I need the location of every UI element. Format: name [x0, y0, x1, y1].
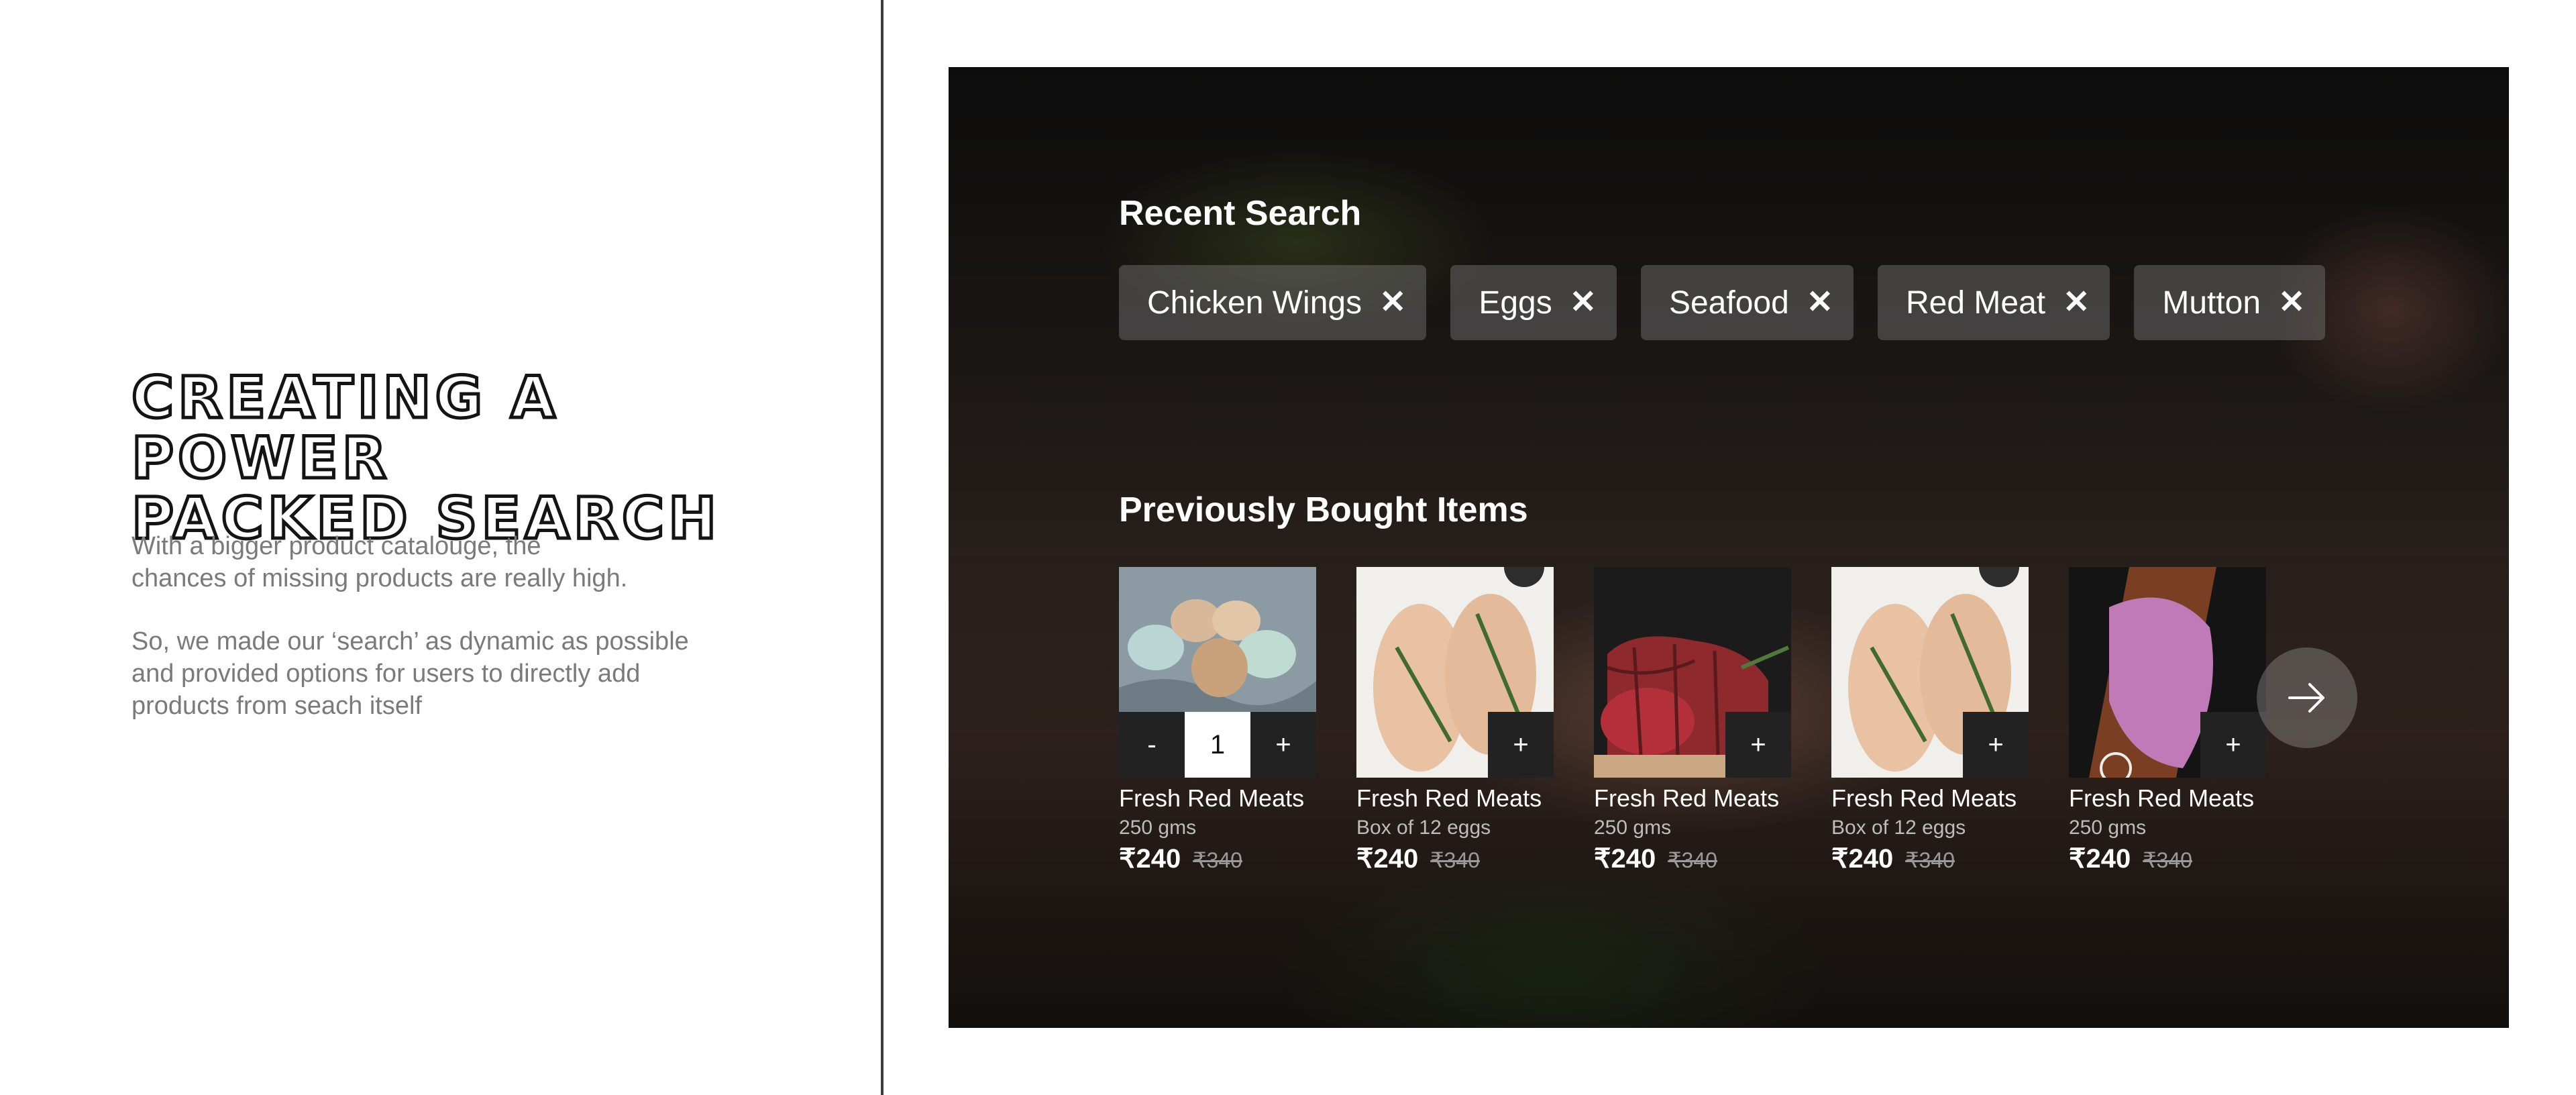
description-line: products from seach itself: [131, 692, 422, 720]
product-image-red-meat: +: [1594, 567, 1791, 778]
chip-label: Seafood: [1668, 284, 1789, 321]
left-panel: CREATING A POWER PACKED SEARCH With a bi…: [0, 0, 882, 1095]
increment-button[interactable]: +: [1250, 712, 1316, 778]
product-quantity: 250 gms: [2069, 817, 2147, 839]
close-icon[interactable]: ✕: [1807, 286, 1833, 319]
product-card[interactable]: + Fresh Red Meats 250 gms ₹240 ₹340: [1594, 567, 1791, 874]
description-line: So, we made our ‘search’ as dynamic as p…: [131, 627, 689, 656]
product-card[interactable]: + Fresh Red Meats Box of 12 eggs ₹240 ₹3…: [1356, 567, 1554, 874]
original-price: ₹340: [1193, 848, 1242, 872]
close-icon[interactable]: ✕: [2063, 286, 2090, 319]
product-card[interactable]: - 1 + Fresh Red Meats 250 gms ₹240 ₹340: [1119, 567, 1316, 874]
add-to-cart-button[interactable]: +: [1725, 712, 1791, 778]
chip-label: Red Meat: [1906, 284, 2046, 321]
product-price: ₹240 ₹340: [2069, 843, 2266, 874]
product-image-duck-meat: +: [2069, 567, 2266, 778]
product-name: Fresh Red Meats: [1594, 784, 1780, 812]
product-image-chicken-breast: +: [1356, 567, 1554, 778]
chip-label: Eggs: [1479, 284, 1552, 321]
recent-search-chip[interactable]: Seafood ✕: [1640, 265, 1854, 340]
arrow-right-icon: [2288, 683, 2324, 713]
chip-label: Chicken Wings: [1147, 284, 1362, 321]
product-image-eggs: - 1 +: [1119, 567, 1316, 778]
recent-search-title: Recent Search: [1119, 194, 1362, 233]
quantity-value[interactable]: 1: [1185, 712, 1250, 778]
recent-search-chip[interactable]: Mutton ✕: [2134, 265, 2326, 340]
previously-bought-title: Previously Bought Items: [1119, 490, 1528, 529]
previously-bought-list: - 1 + Fresh Red Meats 250 gms ₹240 ₹340: [1119, 567, 2342, 956]
description-line: chances of missing products are really h…: [131, 564, 628, 592]
vertical-divider: [881, 0, 883, 1095]
current-price: ₹240: [1119, 844, 1181, 874]
decrement-button[interactable]: -: [1119, 712, 1185, 778]
product-price: ₹240 ₹340: [1119, 843, 1316, 874]
original-price: ₹340: [1668, 848, 1717, 872]
current-price: ₹240: [2069, 844, 2131, 874]
quantity-stepper[interactable]: - 1 +: [1119, 712, 1316, 778]
product-quantity: Box of 12 eggs: [1356, 817, 1491, 839]
description-paragraph-2: So, we made our ‘search’ as dynamic as p…: [131, 625, 735, 722]
add-to-cart-button[interactable]: +: [1963, 712, 2029, 778]
add-to-cart-button[interactable]: +: [2200, 712, 2266, 778]
product-image-chicken-breast: +: [1831, 567, 2029, 778]
current-price: ₹240: [1356, 844, 1419, 874]
search-screen-mockup: Recent Search Chicken Wings ✕ Eggs ✕ Sea…: [949, 67, 2509, 1028]
product-name: Fresh Red Meats: [1356, 784, 1542, 812]
product-card[interactable]: + Fresh Red Meats 250 gms ₹240 ₹340: [2069, 567, 2266, 874]
recent-search-chip[interactable]: Red Meat ✕: [1878, 265, 2110, 340]
headline-line-1: CREATING A POWER: [130, 364, 559, 492]
original-price: ₹340: [1430, 848, 1480, 872]
description-line: and provided options for users to direct…: [131, 660, 641, 688]
product-card[interactable]: + Fresh Red Meats Box of 12 eggs ₹240 ₹3…: [1831, 567, 2029, 874]
original-price: ₹340: [2143, 848, 2192, 872]
product-price: ₹240 ₹340: [1831, 843, 2029, 874]
product-quantity: 250 gms: [1119, 817, 1197, 839]
product-name: Fresh Red Meats: [1831, 784, 2017, 812]
current-price: ₹240: [1831, 844, 1894, 874]
product-price: ₹240 ₹340: [1594, 843, 1791, 874]
description-paragraph-1: With a bigger product catalouge, the cha…: [131, 530, 735, 594]
product-quantity: Box of 12 eggs: [1831, 817, 1966, 839]
close-icon[interactable]: ✕: [1570, 286, 1597, 319]
current-price: ₹240: [1594, 844, 1656, 874]
recent-search-chip[interactable]: Chicken Wings ✕: [1119, 265, 1427, 340]
description-line: With a bigger product catalouge, the: [131, 532, 541, 560]
close-icon[interactable]: ✕: [1379, 286, 1406, 319]
product-name: Fresh Red Meats: [1119, 784, 1305, 812]
product-name: Fresh Red Meats: [2069, 784, 2255, 812]
recent-search-chip[interactable]: Eggs ✕: [1450, 265, 1617, 340]
next-items-button[interactable]: [2257, 647, 2357, 748]
product-quantity: 250 gms: [1594, 817, 1672, 839]
recent-search-chips: Chicken Wings ✕ Eggs ✕ Seafood ✕ Red Mea…: [1119, 265, 2326, 340]
page-title: CREATING A POWER PACKED SEARCH: [130, 364, 802, 551]
original-price: ₹340: [1905, 848, 1955, 872]
product-price: ₹240 ₹340: [1356, 843, 1554, 874]
close-icon[interactable]: ✕: [2278, 286, 2305, 319]
chip-label: Mutton: [2162, 284, 2261, 321]
add-to-cart-button[interactable]: +: [1488, 712, 1554, 778]
